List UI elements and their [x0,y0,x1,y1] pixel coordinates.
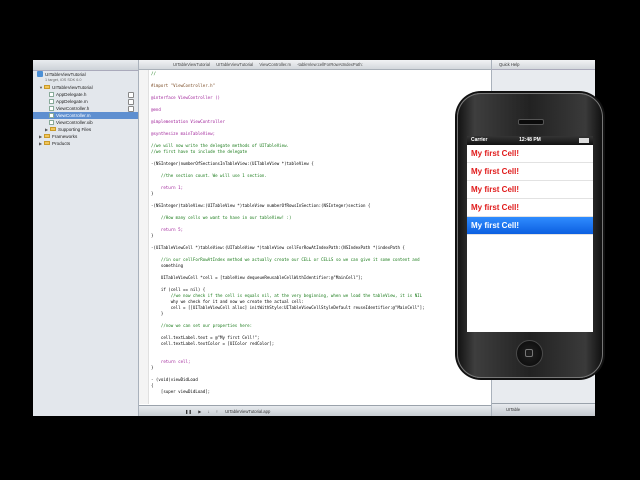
nav-label: Supporting Files [58,127,92,132]
code-line: //now we can set our properties here: [151,323,253,328]
code-line: cell = [[UITableViewCell alloc] initWith… [151,305,425,310]
code-line: @implementation ViewController [151,119,225,124]
line-gutter[interactable] [139,70,149,404]
simulator-screen: Carrier 12:48 PM My first Cell! My first… [467,136,593,332]
nav-label: Products [52,141,71,146]
nav-group-main[interactable]: ▼ UITableViewTutorial [39,84,93,91]
cell-label: My first Cell! [471,203,520,212]
project-navigator: UITableViewTutorial 1 target, iOS SDK 6.… [33,60,139,416]
code-line: return 1; [151,185,184,190]
jump-bar: UITableViewTutorial UITableViewTutorial … [139,60,491,70]
main-table-view[interactable]: My first Cell! My first Cell! My first C… [467,145,593,235]
project-icon [37,71,43,77]
nav-file-appdelegate-h[interactable]: AppDelegate.h [49,91,138,98]
nav-project-subtitle: 1 target, iOS SDK 6.0 [45,78,82,82]
nav-file-viewcontroller-h[interactable]: ViewController.h [49,105,138,112]
code-line: } [151,191,154,196]
table-cell[interactable]: My first Cell! [467,145,593,163]
folder-icon [50,127,56,131]
nav-label: AppDelegate.h [56,92,87,97]
step-in-icon[interactable]: ↓ [208,409,210,414]
debug-target-label: UITableViewTutorial.app [225,409,271,414]
library-filter-label[interactable]: UITable [506,407,520,412]
step-over-icon[interactable]: ▶ [198,409,201,414]
folder-icon [44,134,50,138]
code-line: UITableViewCell *cell = [tableView deque… [151,275,363,280]
status-time: 12:48 PM [519,137,541,143]
code-line: @interface ViewController () [151,95,221,100]
nav-label: Frameworks [52,134,78,139]
code-line: [super viewDidLoad]; [151,389,211,394]
code-line: @synthesize mainTableView; [151,131,216,136]
video-frame: UITableViewTutorial 1 target, iOS SDK 6.… [0,0,640,480]
cell-label: My first Cell! [471,221,520,230]
code-line: @end [151,107,161,112]
table-cell[interactable]: My first Cell! [467,199,593,217]
home-button[interactable] [516,340,543,367]
nav-group-frameworks[interactable]: ▶ Frameworks [39,133,77,140]
code-line: cell.textLabel.textColor = [UIColor redC… [151,341,275,346]
nav-group-supporting[interactable]: ▶ Supporting Files [45,126,91,133]
nav-label: AppDelegate.m [56,99,88,104]
code-line: -(NSInteger)numberOfSectionsInTableView:… [151,161,314,166]
code-line: } [151,311,164,316]
code-line: #import "ViewController.h" [151,83,216,88]
file-icon [49,92,54,97]
nav-file-viewcontroller-xib[interactable]: ViewController.xib [49,119,138,126]
code-line: return 5; [151,227,184,232]
code-line: } [151,233,154,238]
code-line: -(UITableViewCell *)tableView:(UITableVi… [151,245,405,250]
nav-label: ViewController.m [56,113,91,118]
library-bar: UITable [492,403,595,416]
table-cell[interactable]: My first Cell! [467,181,593,199]
code-line: //the section count. We will use 1 secti… [151,173,267,178]
folder-icon [44,141,50,145]
nav-label: UITableViewTutorial [52,85,93,90]
cell-label: My first Cell! [471,185,520,194]
status-bar: Carrier 12:48 PM [467,136,593,145]
jumpbar-crumb[interactable]: ViewController.m [259,62,291,67]
code-line: } [151,365,154,370]
xib-file-icon [49,120,54,125]
nav-file-viewcontroller-m[interactable]: ViewController.m [33,112,138,119]
code-line: something [151,263,184,268]
table-cell-selected[interactable]: My first Cell! [467,217,593,235]
folder-icon [44,85,50,89]
debug-bar: ❚❚ ▶ ↓ ↑ UITableViewTutorial.app [139,405,491,416]
jumpbar-crumb[interactable]: -tableView:cellForRowAtIndexPath: [297,62,363,67]
speaker-grille [518,119,544,125]
code-line: - (void)viewDidLoad [151,377,198,382]
nav-label: ViewController.xib [56,120,93,125]
file-icon [49,113,54,118]
iphone-simulator: Carrier 12:48 PM My first Cell! My first… [457,93,603,378]
code-line: //we first have to include the delegate [151,149,248,154]
nav-label: ViewController.h [56,106,90,111]
step-out-icon[interactable]: ↑ [216,409,218,414]
code-line: -(NSInteger)tableView:(UITableView *)tab… [151,203,371,208]
cell-label: My first Cell! [471,149,520,158]
file-icon [49,106,54,111]
file-icon [49,99,54,104]
quick-help-header[interactable]: Quick Help [492,60,595,70]
jumpbar-crumb[interactable]: UITableViewTutorial [216,62,253,67]
jumpbar-crumb[interactable]: UITableViewTutorial [173,62,210,67]
pause-icon[interactable]: ❚❚ [185,409,192,414]
nav-group-products[interactable]: ▶ Products [39,140,70,147]
code-line: //in our cellForRowAtIndex method we act… [151,257,420,262]
code-line: return cell; [151,359,191,364]
source-editor[interactable]: // #import "ViewController.h" @interface V… [151,70,491,404]
code-line: // [151,71,156,76]
cell-label: My first Cell! [471,167,520,176]
battery-icon [579,138,589,143]
table-cell[interactable]: My first Cell! [467,163,593,181]
navigator-header [33,60,138,71]
code-line: //How many cells we want to have in our … [151,215,292,220]
nav-file-appdelegate-m[interactable]: AppDelegate.m [49,98,138,105]
